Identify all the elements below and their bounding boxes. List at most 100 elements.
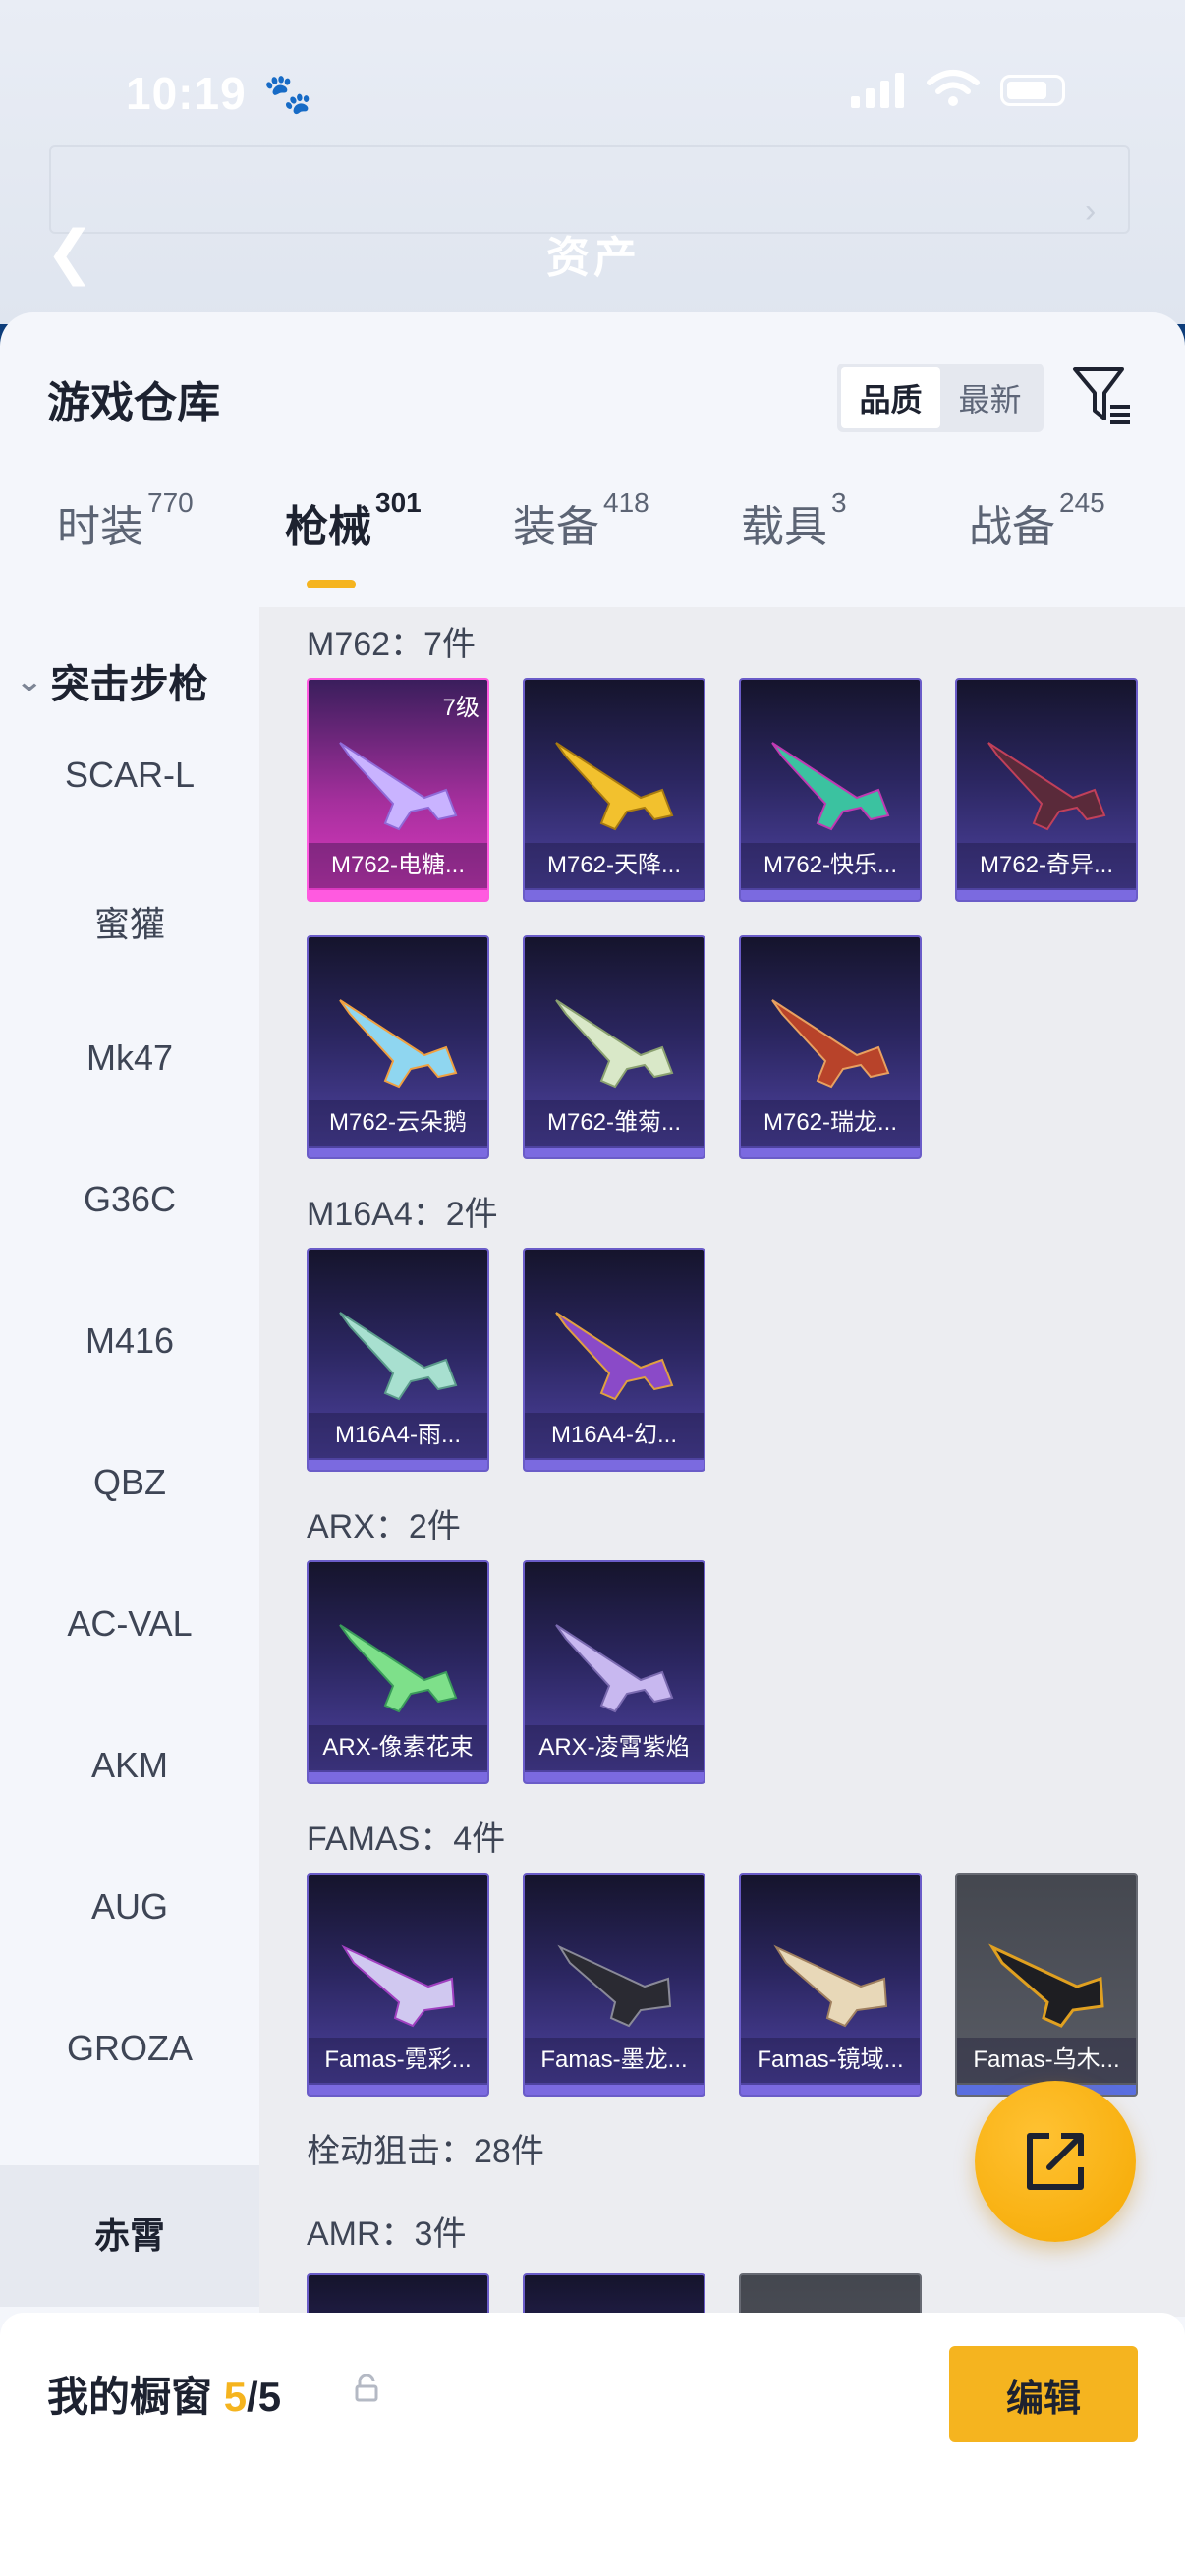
rarity-bar	[525, 1772, 704, 1782]
chevron-right-icon: ›	[1085, 193, 1097, 230]
weapon-card[interactable]: Famas-镜域...	[739, 1873, 922, 2097]
weapon-card[interactable]: M762-快乐...	[739, 678, 922, 902]
group-label-amr: AMR：3件	[307, 2215, 467, 2253]
rarity-bar	[957, 890, 1136, 900]
tab-fashion[interactable]: 时装770	[57, 487, 194, 554]
tab-guns[interactable]: 枪械301	[285, 487, 422, 554]
weapon-name: ARX-凌霄紫焰	[525, 1725, 704, 1770]
weapon-card[interactable]: Famas-墨龙...	[523, 1873, 705, 2097]
weapon-name: M762-奇异...	[957, 843, 1136, 888]
sort-newest-button[interactable]: 最新	[940, 367, 1040, 428]
category-tabs: 时装770 枪械301 装备418 载具3 战备245	[0, 487, 1185, 609]
active-tab-indicator	[307, 580, 356, 588]
status-time: 10:19	[126, 68, 247, 119]
weapon-name: ARX-像素花束	[309, 1725, 487, 1770]
sidebar-item-qbz[interactable]: QBZ	[0, 1462, 259, 1503]
weapon-name: M762-云朵鹅	[309, 1100, 487, 1146]
sidebar-item-ac-val[interactable]: AC-VAL	[0, 1603, 259, 1645]
group-label-m762: M762：7件	[307, 626, 476, 663]
weapon-name: Famas-霓彩...	[309, 2038, 487, 2083]
rarity-bar	[525, 1148, 704, 1157]
tab-equipment[interactable]: 装备418	[513, 487, 649, 554]
rarity-bar	[309, 2085, 487, 2095]
weapon-card[interactable]	[307, 2273, 489, 2317]
rifle-icon	[555, 1312, 674, 1401]
edit-button[interactable]: 编辑	[949, 2346, 1138, 2442]
weapon-card[interactable]: M762-奇异...	[955, 678, 1138, 902]
rifle-icon	[339, 1312, 458, 1401]
rifle-icon	[339, 999, 458, 1089]
sidebar-category-label: 突击步枪	[50, 663, 208, 706]
showcase-bar: 我的橱窗 5/5 编辑	[0, 2313, 1185, 2576]
battery-icon	[1000, 75, 1065, 106]
sort-toggle: 品质 最新	[837, 364, 1044, 432]
weapon-type-sidebar: ⌄ 突击步枪 SCAR-L 蜜獾 Mk47 G36C M416 QBZ AC-V…	[0, 607, 259, 2307]
rifle-icon	[555, 742, 674, 831]
stats-panel	[49, 145, 1130, 234]
group-label-arx: ARX：2件	[307, 1508, 461, 1545]
sidebar-item-mk47[interactable]: Mk47	[0, 1037, 259, 1079]
signal-icon	[851, 73, 904, 108]
sheet-title: 游戏仓库	[47, 379, 220, 427]
rarity-bar	[309, 890, 487, 900]
rifle-icon	[988, 742, 1106, 831]
showcase-count: 5	[223, 2374, 248, 2420]
wifi-icon	[927, 70, 980, 106]
rifle-icon	[555, 999, 674, 1089]
weapon-card[interactable]: Famas-霓彩...	[307, 1873, 489, 2097]
weapon-name: M16A4-幻...	[525, 1413, 704, 1458]
weapon-card[interactable]: M762-云朵鹅	[307, 935, 489, 1159]
sidebar-item-m416[interactable]: M416	[0, 1320, 259, 1362]
tab-battle-gear[interactable]: 战备245	[969, 487, 1105, 554]
lock-icon	[355, 2374, 378, 2402]
rifle-icon	[339, 1624, 458, 1713]
rifle-icon	[557, 1944, 672, 2028]
sort-quality-button[interactable]: 品质	[841, 367, 940, 428]
rifle-icon	[773, 1944, 888, 2028]
weapon-name: Famas-镜域...	[741, 2038, 920, 2083]
weapon-name: M16A4-雨...	[309, 1413, 487, 1458]
tab-vehicles[interactable]: 载具3	[741, 487, 847, 554]
sidebar-item-scar-l[interactable]: SCAR-L	[0, 755, 259, 796]
weapon-card[interactable]: Famas-乌木...	[955, 1873, 1138, 2097]
rarity-bar	[741, 890, 920, 900]
rarity-bar	[309, 1460, 487, 1470]
weapon-card[interactable]: 7级 M762-电糖...	[307, 678, 489, 902]
weapon-card[interactable]: ARX-凌霄紫焰	[523, 1560, 705, 1784]
sidebar-item-akm[interactable]: AKM	[0, 1745, 259, 1786]
page-title: 资产	[546, 234, 641, 282]
weapon-card[interactable]: M16A4-雨...	[307, 1248, 489, 1472]
sidebar-category-header[interactable]: ⌄ 突击步枪	[16, 652, 208, 709]
sidebar-item-aug[interactable]: AUG	[0, 1886, 259, 1928]
subsection-bolt-sniper: 栓动狙击：28件	[307, 2133, 544, 2170]
sidebar-item-g36c[interactable]: G36C	[0, 1179, 259, 1220]
rarity-bar	[741, 1148, 920, 1157]
sidebar-item-groza[interactable]: GROZA	[0, 2028, 259, 2069]
paw-icon: 🐾	[263, 73, 312, 116]
weapon-card[interactable]: ARX-像素花束	[307, 1560, 489, 1784]
showcase-total: /5	[247, 2374, 282, 2420]
weapon-name: M762-瑞龙...	[741, 1100, 920, 1146]
share-button[interactable]	[975, 2081, 1136, 2242]
status-bar: 10:19 🐾	[0, 59, 1185, 138]
rarity-bar	[741, 2085, 920, 2095]
weapon-card[interactable]: M16A4-幻...	[523, 1248, 705, 1472]
sidebar-item-chixiao[interactable]: 赤霄	[0, 2165, 259, 2307]
rarity-bar	[525, 890, 704, 900]
weapon-name: M762-电糖...	[309, 843, 487, 888]
rifle-icon	[988, 1943, 1104, 2028]
weapon-card[interactable]: M762-天降...	[523, 678, 705, 902]
rifle-icon	[555, 1624, 674, 1713]
rifle-icon	[339, 742, 458, 831]
weapon-card[interactable]	[523, 2273, 705, 2317]
group-label-m16a4: M16A4：2件	[307, 1196, 498, 1233]
weapon-card[interactable]	[739, 2273, 922, 2317]
warehouse-sheet: 游戏仓库 品质 最新 时装770 枪械301 装备418 载具3 战备245 ⌄…	[0, 312, 1185, 2576]
weapon-card[interactable]: M762-瑞龙...	[739, 935, 922, 1159]
filter-icon[interactable]	[1071, 362, 1134, 430]
sidebar-item-honey-badger[interactable]: 蜜獾	[0, 896, 259, 947]
back-icon[interactable]: ❮	[45, 218, 94, 287]
rarity-bar	[309, 1772, 487, 1782]
weapon-card[interactable]: M762-雏菊...	[523, 935, 705, 1159]
rifle-icon	[771, 742, 890, 831]
